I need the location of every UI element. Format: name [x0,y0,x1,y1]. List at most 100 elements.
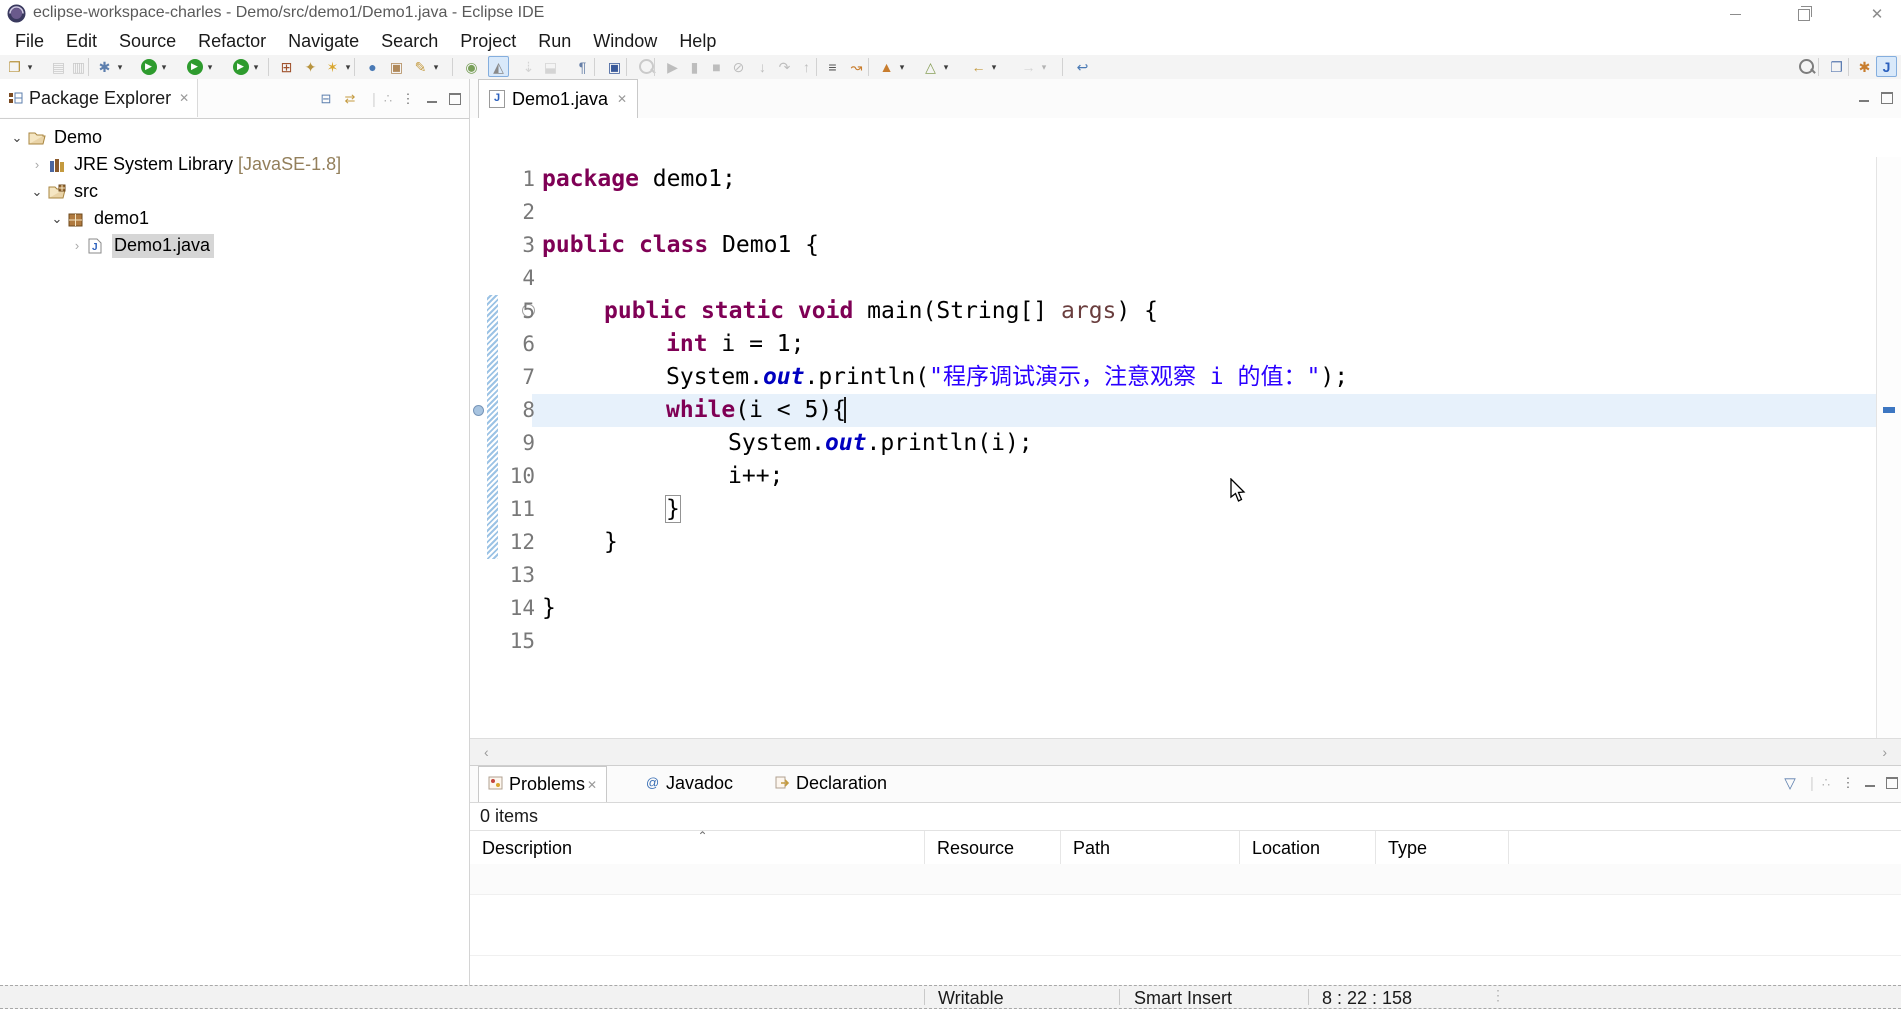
show-whitespace-icon[interactable]: ¶ [572,56,593,77]
tree-item-src[interactable]: ⌄src [0,178,469,205]
view-menu-icon[interactable]: ⋮ [1838,773,1858,793]
run-dropdown-icon[interactable]: ▾ [159,62,169,73]
menu-project[interactable]: Project [449,31,527,52]
disconnect-icon[interactable]: ⊘ [728,56,749,77]
open-task-icon[interactable]: ◉ [461,56,482,77]
menu-window[interactable]: Window [582,31,668,52]
last-edit-location-icon[interactable]: ↩ [1072,56,1093,77]
close-icon[interactable]: ✕ [179,91,189,105]
minimize-editor-icon[interactable] [1854,88,1874,108]
filter-icon[interactable]: ▽ [1780,773,1800,793]
focus-icon[interactable]: ∴ [378,89,398,109]
new-java-project-icon[interactable]: ⊞ [276,56,297,77]
new-wizard-star-icon[interactable]: ✶ [322,56,343,77]
column-header-location[interactable]: Location [1240,831,1376,865]
menu-help[interactable]: Help [668,31,727,52]
maximize-view-icon[interactable] [1882,773,1901,793]
editor-tab-demo1[interactable]: J Demo1.java ✕ [478,79,638,118]
step-filters-icon[interactable]: ≡ [822,56,843,77]
tree-item-demo1-java[interactable]: ›JDemo1.java [0,232,469,259]
use-step-filters-icon[interactable]: ↝ [846,56,867,77]
forward-history-dropdown-icon[interactable]: ▾ [1039,62,1049,73]
breakpoint-icon[interactable] [473,405,484,416]
back-history-icon[interactable]: ← [968,56,989,77]
collapse-all-icon[interactable]: ⊟ [316,89,336,109]
scroll-left-icon[interactable]: ‹ [484,744,489,760]
maximize-view-icon[interactable] [445,89,465,109]
new-wizard-dropdown-icon[interactable]: ▾ [25,62,35,73]
new-wizard-star-dropdown-icon[interactable]: ▾ [343,62,353,73]
menu-source[interactable]: Source [108,31,187,52]
annotate-icon[interactable]: ✎ [410,56,431,77]
debug-last-launched-icon[interactable]: △ [920,56,941,77]
step-return-icon[interactable]: ↑ [796,56,817,77]
minimize-view-icon[interactable] [422,89,442,109]
next-annotation-icon[interactable]: ⇣ [518,56,539,77]
step-into-icon[interactable]: ↓ [752,56,773,77]
window-close-button[interactable]: ✕ [1854,0,1900,28]
coverage-dropdown-icon[interactable]: ▾ [205,62,215,73]
close-icon[interactable]: ✕ [617,92,627,106]
coverage-icon[interactable]: ▶ [184,56,205,77]
resume-icon[interactable]: ▶ [662,56,683,77]
column-header-description[interactable]: Description⌃ [470,831,925,865]
annotate-dropdown-icon[interactable]: ▾ [431,62,441,73]
terminate-icon[interactable]: ■ [706,56,727,77]
overview-ruler[interactable] [1876,157,1901,738]
focus-icon[interactable]: ∴ [1816,773,1836,793]
save-icon[interactable]: ▤ [48,56,69,77]
overview-marker[interactable] [1883,407,1895,413]
chevron-expanded-icon[interactable]: ⌄ [30,184,44,200]
tab-declaration[interactable]: Declaration [766,766,896,801]
external-tools-dropdown-icon[interactable]: ▾ [251,62,261,73]
run-last-launched-dropdown-icon[interactable]: ▾ [897,62,907,73]
maximize-editor-icon[interactable] [1877,88,1897,108]
menu-file[interactable]: File [4,31,55,52]
chevron-collapsed-icon[interactable]: › [30,157,44,172]
debug-icon[interactable]: ✱ [94,56,115,77]
chevron-expanded-icon[interactable]: ⌄ [10,130,24,146]
table-row[interactable] [470,864,1901,895]
code-viewport[interactable]: − 1package demo1;23public class Demo1 {4… [470,118,1901,738]
column-header-resource[interactable]: Resource [925,831,1061,865]
show-source-icon[interactable]: ⬓ [540,56,561,77]
tree-item-demo1[interactable]: ⌄demo1 [0,205,469,232]
menu-search[interactable]: Search [370,31,449,52]
back-history-dropdown-icon[interactable]: ▾ [989,62,999,73]
debug-last-launched-dropdown-icon[interactable]: ▾ [941,62,951,73]
suspend-icon[interactable]: ▮ [684,56,705,77]
tree-item-jre-system-library[interactable]: ›JRE System Library [JavaSE-1.8] [0,151,469,178]
menu-navigate[interactable]: Navigate [277,31,370,52]
java-perspective-icon[interactable]: J [1876,56,1897,77]
view-menu-icon[interactable]: ⋮ [398,89,418,109]
new-wizard-icon[interactable]: ❐ [4,56,25,77]
open-console-icon[interactable]: ▣ [604,56,625,77]
menu-refactor[interactable]: Refactor [187,31,277,52]
open-perspective-icon[interactable]: ❐ [1826,56,1847,77]
tab-problems[interactable]: Problems✕ [478,766,607,802]
chevron-collapsed-icon[interactable]: › [70,238,84,253]
column-header-path[interactable]: Path [1061,831,1240,865]
external-tools-icon[interactable]: ▶ [230,56,251,77]
step-over-icon[interactable]: ↷ [774,56,795,77]
mark-occurrences-icon[interactable]: ◭ [488,56,509,77]
table-row[interactable] [470,925,1901,956]
scroll-right-icon[interactable]: › [1882,744,1887,760]
column-header-type[interactable]: Type [1376,831,1509,865]
chevron-expanded-icon[interactable]: ⌄ [50,211,64,227]
debug-perspective-icon[interactable]: ✱ [1854,56,1875,77]
close-icon[interactable]: ✕ [587,778,597,792]
run-icon[interactable]: ▶ [138,56,159,77]
window-restore-button[interactable] [1782,0,1828,28]
window-minimize-button[interactable] [1712,0,1758,28]
search-icon[interactable] [1796,56,1817,77]
forward-history-icon[interactable]: → [1018,56,1039,77]
debug-dropdown-icon[interactable]: ▾ [115,62,125,73]
menu-edit[interactable]: Edit [55,31,108,52]
new-java-package-icon[interactable]: ✦ [300,56,321,77]
clipboard-icon[interactable]: ▣ [386,56,407,77]
link-with-editor-icon[interactable]: ⇄ [340,89,360,109]
tab-javadoc[interactable]: @Javadoc [636,766,742,801]
save-all-icon[interactable]: ▥ [68,56,89,77]
run-last-launched-icon[interactable]: ▲ [876,56,897,77]
